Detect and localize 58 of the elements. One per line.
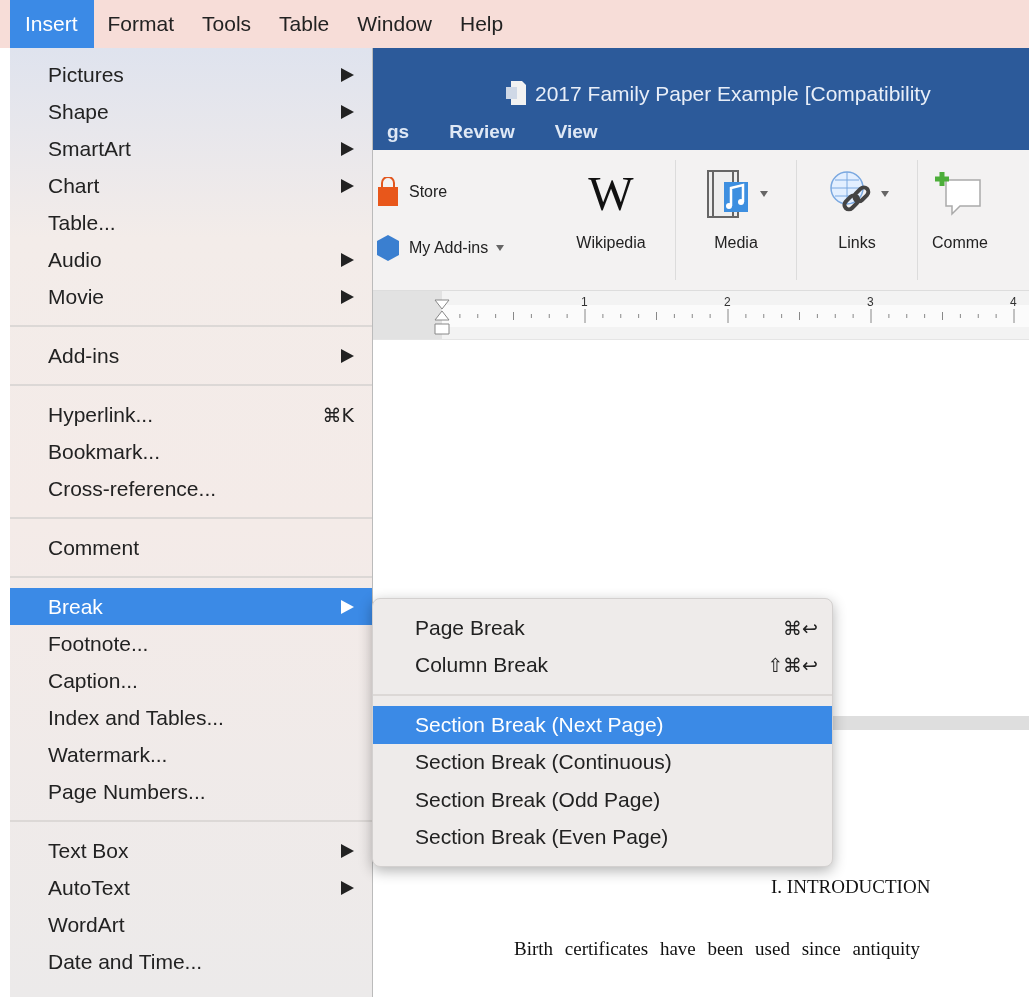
body-paragraph: Birth certificates have been used since antiquity (514, 938, 922, 960)
menu-item[interactable]: Index and Tables... (10, 699, 372, 736)
menu-item[interactable]: Section Break (Next Page) (373, 706, 832, 744)
menu-item[interactable]: AutoText (10, 869, 372, 906)
menu-item[interactable]: Movie (10, 278, 372, 315)
menu-item[interactable]: Pictures (10, 56, 372, 93)
menu-bar-item[interactable]: Insert (10, 0, 94, 48)
menu-item[interactable]: Watermark... (10, 736, 372, 773)
menu-item[interactable]: Page Numbers... (10, 773, 372, 810)
add-ins-button[interactable]: My Add-ins (375, 233, 547, 263)
document-icon (505, 80, 527, 106)
menu-bar-item[interactable]: Tools (188, 0, 266, 48)
menu-bar-item[interactable]: Help (446, 0, 518, 48)
w-logo: W (588, 168, 634, 220)
menu-bar-item[interactable]: Window (343, 0, 446, 48)
menu-item[interactable]: Hyperlink... ⌘K (10, 396, 372, 433)
ruler-number: 4 (1010, 295, 1017, 309)
menu-item[interactable]: Table... (10, 204, 372, 241)
ribbon-tab[interactable]: Review (449, 121, 515, 143)
menu-item[interactable]: Cross-reference... (10, 470, 372, 507)
menu-item[interactable]: Add-ins (10, 337, 372, 374)
ruler-number: 2 (724, 295, 731, 309)
menu-item[interactable]: Section Break (Odd Page) (373, 781, 832, 819)
store-button[interactable]: Store (375, 177, 547, 207)
menu-item[interactable]: Bookmark... (10, 433, 372, 470)
menu-item[interactable]: Break (10, 588, 372, 625)
ribbon-button[interactable]: Comme (918, 150, 1028, 290)
menu-item[interactable]: Footnote... (10, 625, 372, 662)
menu-item[interactable]: Comment (10, 529, 372, 566)
hexagon-icon (375, 233, 401, 263)
ribbon-tab[interactable]: gs (387, 121, 410, 143)
menu-item[interactable]: Date and Time... (10, 943, 372, 980)
menu-item[interactable]: Text Box (10, 832, 372, 869)
bag-icon (375, 177, 401, 207)
ribbon-button[interactable]: W Wikipedia (547, 150, 675, 290)
section-heading: I. INTRODUCTION (771, 876, 932, 898)
menu-item[interactable]: Caption... (10, 662, 372, 699)
menu-bar-item[interactable]: Format (93, 0, 189, 48)
menu-item[interactable]: SmartArt (10, 130, 372, 167)
indent-marker-icon (434, 299, 450, 335)
menu-item[interactable]: WordArt (10, 906, 372, 943)
shortcut-text: ⌘↩ (783, 616, 818, 639)
ruler-number: 1 (581, 295, 588, 309)
menu-item[interactable]: Chart (10, 167, 372, 204)
menu-bar-item[interactable]: Table (265, 0, 344, 48)
menu-item[interactable]: Section Break (Continuous) (373, 743, 832, 781)
menu-item[interactable]: Page Break ⌘↩ (373, 609, 832, 647)
shortcut-text: ⇧⌘↩ (767, 654, 818, 677)
ribbon-button[interactable]: Links (797, 150, 917, 290)
ribbon-button[interactable]: Media (676, 150, 796, 290)
menu-item[interactable]: Audio (10, 241, 372, 278)
menu-item[interactable]: Section Break (Even Page) (373, 818, 832, 856)
ruler-number: 3 (867, 295, 874, 309)
menu-item[interactable]: Shape (10, 93, 372, 130)
shortcut-text: ⌘K (322, 403, 354, 426)
window-title: 2017 Family Paper Example [Compatibility (535, 82, 931, 106)
menu-item[interactable]: Column Break ⇧⌘↩ (373, 646, 832, 684)
ribbon-tab[interactable]: View (554, 121, 598, 143)
